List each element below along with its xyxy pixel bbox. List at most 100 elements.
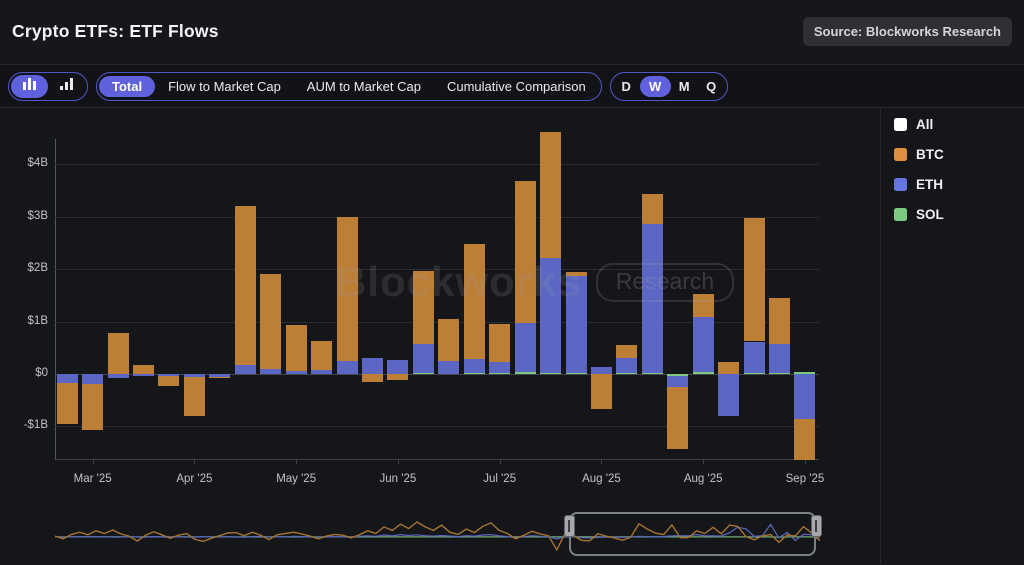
bar-segment-btc[interactable] xyxy=(311,341,332,370)
stacked-columns-button[interactable] xyxy=(11,75,48,98)
bar-segment-btc[interactable] xyxy=(566,272,587,276)
bar-segment-btc[interactable] xyxy=(642,194,663,224)
bar-segment-eth[interactable] xyxy=(718,374,739,416)
bar-segment-eth[interactable] xyxy=(794,374,815,419)
period-button-d[interactable]: D xyxy=(613,76,640,97)
bar-segment-btc[interactable] xyxy=(794,419,815,461)
bar-segment-btc[interactable] xyxy=(540,132,561,258)
bar-segment-btc[interactable] xyxy=(108,333,129,374)
bar-segment-eth[interactable] xyxy=(489,362,510,372)
bar-segment-sol[interactable] xyxy=(769,373,790,375)
bar-segment-eth[interactable] xyxy=(616,358,637,373)
chart-plot xyxy=(55,139,819,459)
bar-segment-sol[interactable] xyxy=(744,373,765,375)
view-tab-cumulative-comparison[interactable]: Cumulative Comparison xyxy=(434,76,599,97)
bar-segment-eth[interactable] xyxy=(337,361,358,374)
view-tab-aum-to-market-cap[interactable]: AUM to Market Cap xyxy=(294,76,434,97)
bar-segment-eth[interactable] xyxy=(769,344,790,373)
bar-segment-btc[interactable] xyxy=(337,217,358,361)
x-tick-mark xyxy=(398,460,399,464)
bar-segment-eth[interactable] xyxy=(133,374,154,376)
bar-segment-btc[interactable] xyxy=(693,294,714,318)
legend-item-all[interactable]: All xyxy=(894,114,944,134)
bar-segment-btc[interactable] xyxy=(616,345,637,358)
bar-segment-btc[interactable] xyxy=(82,384,103,430)
view-tab-total[interactable]: Total xyxy=(99,76,155,97)
bar-segment-eth[interactable] xyxy=(82,374,103,384)
bar-segment-btc[interactable] xyxy=(209,377,230,379)
bar-segment-btc[interactable] xyxy=(718,362,739,374)
navigator-selection-window[interactable] xyxy=(569,512,816,556)
bar-segment-btc[interactable] xyxy=(438,319,459,361)
bar-segment-eth[interactable] xyxy=(362,358,383,374)
bar-segment-eth[interactable] xyxy=(667,376,688,386)
bar-segment-eth[interactable] xyxy=(540,258,561,373)
bar-segment-sol[interactable] xyxy=(540,373,561,375)
bar-segment-btc[interactable] xyxy=(133,365,154,374)
bar-segment-eth[interactable] xyxy=(591,367,612,374)
bar-segment-sol[interactable] xyxy=(566,373,587,375)
period-button-m[interactable]: M xyxy=(671,76,698,97)
bar-segment-btc[interactable] xyxy=(591,374,612,409)
bar-segment-eth[interactable] xyxy=(515,323,536,373)
bar-segment-btc[interactable] xyxy=(489,324,510,362)
bar-segment-btc[interactable] xyxy=(387,374,408,380)
bar-segment-eth[interactable] xyxy=(387,360,408,374)
source-badge: Source: Blockworks Research xyxy=(803,17,1012,46)
bar-segment-eth[interactable] xyxy=(438,361,459,374)
header: Crypto ETFs: ETF Flows Source: Blockwork… xyxy=(0,0,1024,65)
bar-segment-btc[interactable] xyxy=(413,271,434,344)
bar-segment-btc[interactable] xyxy=(184,377,205,416)
period-button-w[interactable]: W xyxy=(640,76,671,97)
legend-label-btc: BTC xyxy=(916,147,944,162)
bar-segment-btc[interactable] xyxy=(286,325,307,371)
bar-segment-sol[interactable] xyxy=(693,372,714,374)
bar-segment-eth[interactable] xyxy=(566,276,587,373)
bar-segment-eth[interactable] xyxy=(464,359,485,373)
bar-segment-eth[interactable] xyxy=(260,369,281,374)
bar-segment-btc[interactable] xyxy=(464,244,485,359)
chart-region: Blockworks Research $4B$3B$2B$1B$0-$1BMa… xyxy=(0,108,880,564)
bar-segment-eth[interactable] xyxy=(286,371,307,374)
gridline-4b xyxy=(55,164,819,165)
bar-segment-btc[interactable] xyxy=(158,376,179,386)
chart-type-group xyxy=(8,72,88,101)
bar-segment-sol[interactable] xyxy=(489,373,510,375)
legend: All BTC ETH SOL xyxy=(894,114,944,234)
bar-segment-btc[interactable] xyxy=(515,181,536,322)
bar-segment-sol[interactable] xyxy=(413,373,434,375)
bar-segment-eth[interactable] xyxy=(744,342,765,373)
bar-segment-eth[interactable] xyxy=(693,317,714,372)
bar-segment-eth[interactable] xyxy=(642,224,663,373)
gridline-2b xyxy=(55,269,819,270)
bar-segment-eth[interactable] xyxy=(108,374,129,378)
bar-segment-btc[interactable] xyxy=(744,218,765,341)
legend-item-sol[interactable]: SOL xyxy=(894,204,944,224)
bar-segment-btc[interactable] xyxy=(667,387,688,450)
period-button-q[interactable]: Q xyxy=(698,76,725,97)
x-tick-mark xyxy=(601,460,602,464)
bar-segment-sol[interactable] xyxy=(642,373,663,375)
bar-segment-eth[interactable] xyxy=(235,365,256,374)
bar-segment-eth[interactable] xyxy=(57,374,78,383)
x-tick-mark xyxy=(703,460,704,464)
bar-segment-sol[interactable] xyxy=(616,373,637,375)
bar-segment-btc[interactable] xyxy=(235,206,256,365)
navigator-left-handle[interactable] xyxy=(564,515,575,537)
legend-item-btc[interactable]: BTC xyxy=(894,144,944,164)
bar-segment-eth[interactable] xyxy=(413,344,434,373)
toolbar: TotalFlow to Market CapAUM to Market Cap… xyxy=(0,65,1024,108)
navigator-right-handle[interactable] xyxy=(811,515,822,537)
bar-segment-btc[interactable] xyxy=(57,383,78,424)
bar-segment-eth[interactable] xyxy=(311,370,332,374)
legend-item-eth[interactable]: ETH xyxy=(894,174,944,194)
bar-segment-sol[interactable] xyxy=(464,373,485,375)
bar-segment-btc[interactable] xyxy=(769,298,790,344)
bar-segment-btc[interactable] xyxy=(362,374,383,382)
view-tab-flow-to-market-cap[interactable]: Flow to Market Cap xyxy=(155,76,294,97)
legend-label-all: All xyxy=(916,117,933,132)
bar-segment-sol[interactable] xyxy=(515,372,536,374)
legend-swatch-all xyxy=(894,118,907,131)
bar-segment-btc[interactable] xyxy=(260,274,281,368)
ascending-columns-button[interactable] xyxy=(48,75,85,98)
